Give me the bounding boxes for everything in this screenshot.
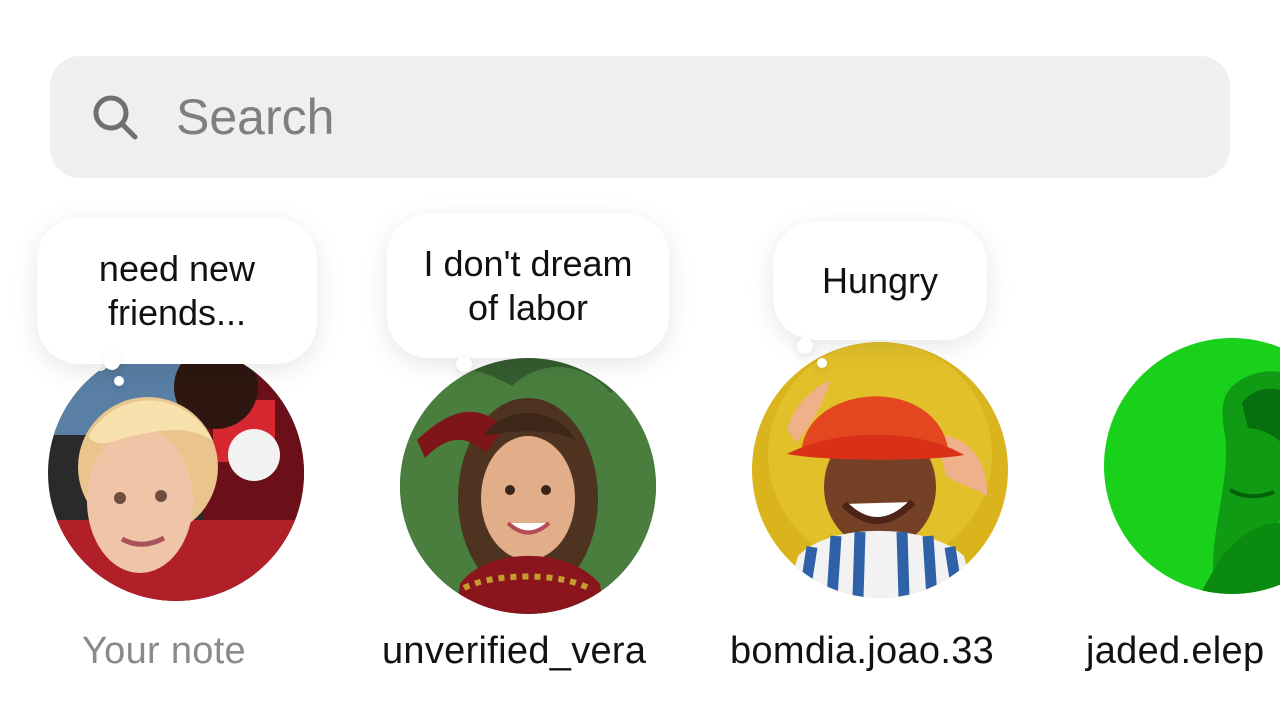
note-text: need new friends...	[98, 248, 256, 333]
bubble-tail-dot	[456, 356, 472, 372]
note-bubble[interactable]: Hungry	[773, 222, 987, 340]
note-card-jaded-elep[interactable]: jaded.elep	[1076, 210, 1280, 690]
note-text: I don't dream of labor	[423, 243, 633, 328]
avatar-bomdia-joao[interactable]	[752, 342, 1008, 598]
note-bubble[interactable]: I don't dream of labor	[387, 214, 669, 358]
cropped-header	[420, 0, 620, 4]
avatar-your-note[interactable]	[48, 345, 304, 601]
note-card-your-note[interactable]: need new friends... Your note	[20, 210, 340, 690]
search-bar[interactable]	[50, 56, 1230, 178]
avatar-jaded-elep[interactable]	[1104, 338, 1280, 594]
bubble-tail-small-dot	[817, 358, 827, 368]
notes-row[interactable]: need new friends... Your note I don't dr…	[0, 210, 1280, 690]
bubble-tail-dot	[797, 338, 813, 354]
username[interactable]: jaded.elep	[1086, 630, 1264, 673]
note-bubble[interactable]: need new friends...	[37, 218, 317, 364]
bubble-tail-dot	[104, 354, 120, 370]
search-input[interactable]	[174, 87, 1078, 147]
search-icon	[90, 92, 140, 142]
note-card-unverified-vera[interactable]: I don't dream of labor unverified_vera	[372, 210, 692, 690]
note-text: Hungry	[821, 260, 939, 301]
notes-screen: need new friends...	[0, 0, 1280, 720]
username[interactable]: Your note	[82, 630, 246, 673]
note-card-bomdia-joao[interactable]: Hungry bomdia.joao.33	[725, 210, 1045, 690]
username[interactable]: unverified_vera	[382, 630, 646, 673]
username[interactable]: bomdia.joao.33	[730, 630, 994, 673]
avatar-unverified-vera[interactable]	[400, 358, 656, 614]
bubble-tail-small-dot	[114, 376, 124, 386]
